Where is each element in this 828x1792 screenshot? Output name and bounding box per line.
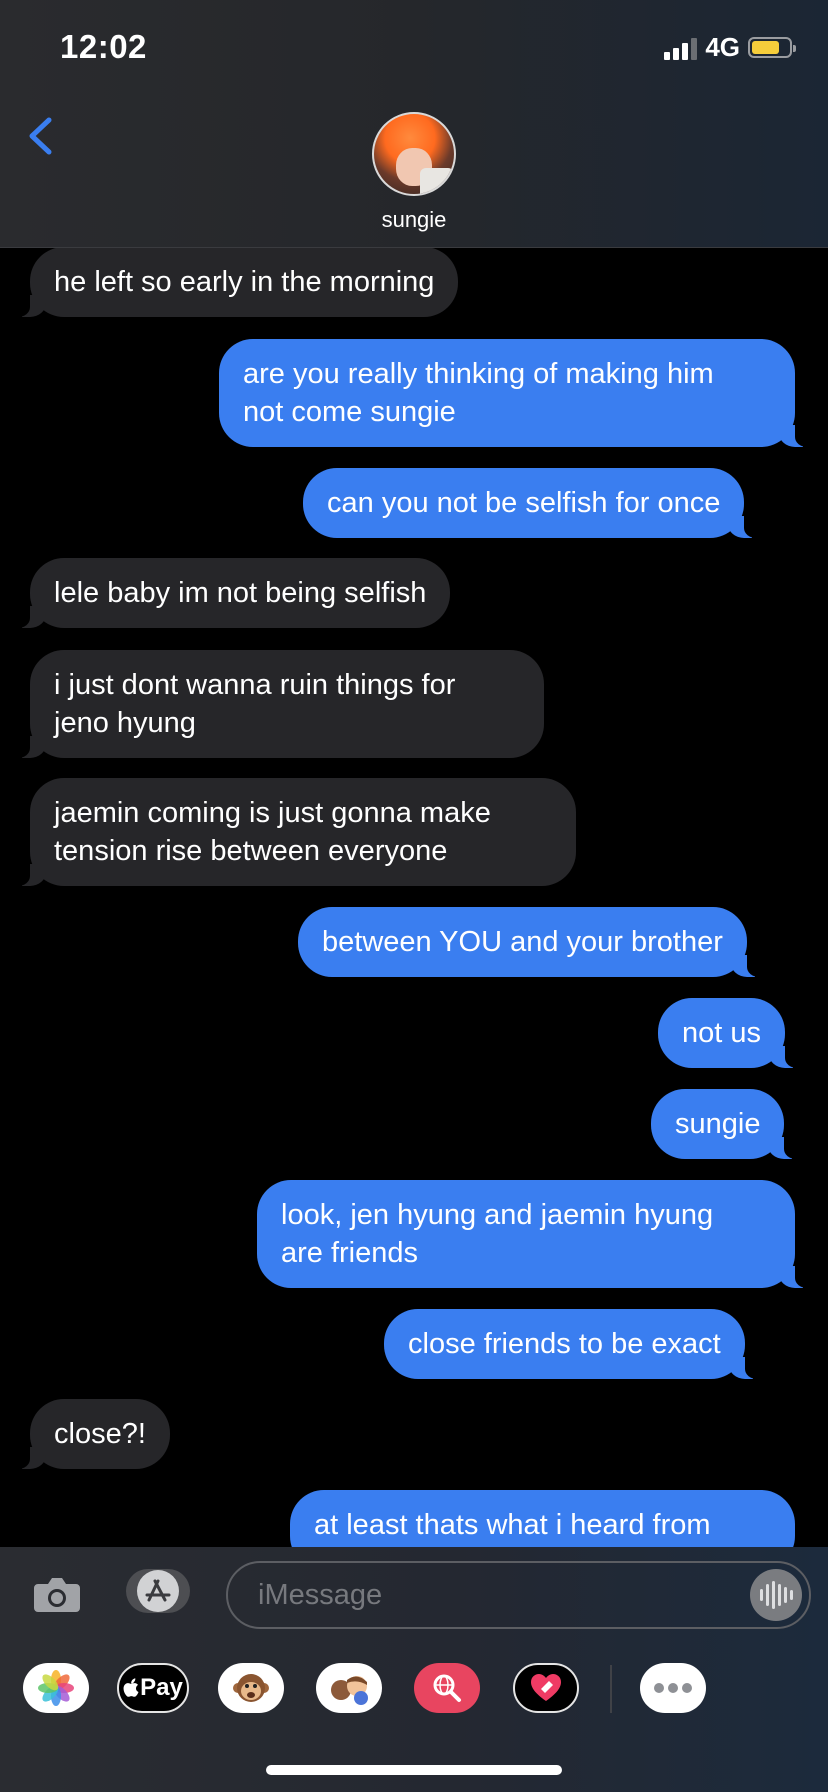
app-store-icon: [137, 1570, 179, 1612]
avatar-shirt: [420, 168, 454, 194]
app-store-button[interactable]: [126, 1569, 190, 1613]
audio-record-button[interactable]: [750, 1569, 802, 1621]
cellular-signal-icon: [664, 36, 698, 60]
apple-pay-label: Pay: [140, 1674, 183, 1701]
home-indicator[interactable]: [266, 1765, 562, 1775]
battery-level: [752, 41, 779, 54]
digital-touch-app-button[interactable]: [513, 1663, 579, 1713]
more-icon: [654, 1683, 692, 1693]
message-bubble-received[interactable]: close?!: [18, 1399, 170, 1469]
audio-waveform-icon: [758, 1580, 794, 1610]
network-type: 4G: [705, 32, 740, 62]
status-indicators: 4G: [664, 32, 796, 63]
message-bubble-sent[interactable]: between YOU and your brother: [298, 907, 759, 977]
message-bubble-received[interactable]: lele baby im not being selfish: [17, 558, 451, 628]
photos-app-button[interactable]: [23, 1663, 89, 1713]
apple-pay-icon: [123, 1678, 139, 1697]
tray-divider: [610, 1665, 612, 1713]
imessage-input[interactable]: [226, 1561, 811, 1629]
message-bubble-sent[interactable]: sungie: [651, 1089, 797, 1159]
apple-pay-button[interactable]: Pay: [117, 1663, 189, 1713]
message-bubble-received[interactable]: i just dont wanna ruin things for jeno h…: [18, 650, 544, 758]
battery-icon: [748, 37, 796, 58]
conversation-header: 12:02 4G sungie: [0, 0, 828, 248]
message-bubble-sent[interactable]: can you not be selfish for once: [303, 468, 757, 538]
message-bubble-received[interactable]: jaemin coming is just gonna make tension…: [18, 778, 576, 886]
photos-icon: [38, 1670, 74, 1706]
animoji-app-button[interactable]: [218, 1663, 284, 1713]
monkey-icon: [233, 1674, 269, 1702]
search-globe-icon: [433, 1674, 461, 1702]
message-bubble-sent[interactable]: close friends to be exact: [384, 1309, 757, 1379]
app-drawer: Pay: [0, 1655, 828, 1725]
images-search-app-button[interactable]: [414, 1663, 480, 1713]
back-button[interactable]: [22, 112, 62, 160]
heart-icon: [531, 1674, 561, 1701]
message-thread[interactable]: he left so early in the morning are you …: [0, 247, 828, 1547]
chevron-left-icon: [29, 117, 52, 155]
status-time: 12:02: [60, 28, 147, 65]
camera-icon: [34, 1578, 80, 1612]
contact-name[interactable]: sungie: [0, 207, 828, 233]
compose-area: Pay: [0, 1547, 828, 1792]
memoji-app-button[interactable]: [316, 1663, 382, 1713]
memoji-icon: [331, 1676, 368, 1705]
camera-button[interactable]: [30, 1567, 84, 1621]
message-bubble-received[interactable]: he left so early in the morning: [17, 247, 459, 317]
message-bubble-sent[interactable]: look, jen hyung and jaemin hyung are fri…: [257, 1180, 807, 1288]
message-bubble-sent[interactable]: at least thats what i heard from: [290, 1490, 795, 1547]
message-bubble-sent[interactable]: are you really thinking of making him no…: [219, 339, 807, 447]
more-apps-button[interactable]: [640, 1663, 706, 1713]
contact-avatar[interactable]: [372, 112, 456, 196]
message-bubble-sent[interactable]: not us: [658, 998, 797, 1068]
